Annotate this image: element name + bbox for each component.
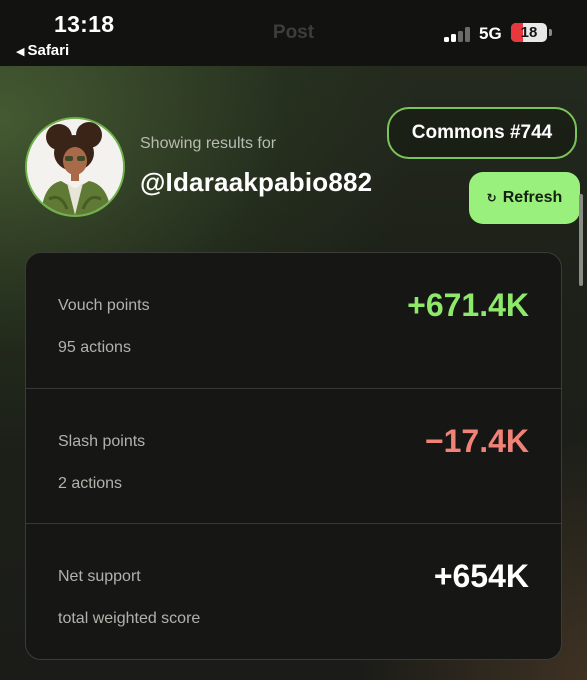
back-triangle-icon: ◀ bbox=[16, 46, 25, 58]
refresh-label: Refresh bbox=[502, 189, 563, 206]
battery-level: 18 bbox=[520, 24, 538, 41]
scrollbar[interactable] bbox=[579, 194, 583, 286]
refresh-icon: ↻ bbox=[486, 191, 497, 205]
avatar bbox=[25, 117, 125, 217]
stat-label: Net support bbox=[58, 568, 141, 585]
status-bar: 13:18 ◀ Safari Post 5G 18 bbox=[0, 0, 587, 66]
commons-button[interactable]: Commons #744 bbox=[387, 107, 577, 159]
cellular-signal-icon bbox=[444, 26, 470, 42]
battery-icon: 18 bbox=[511, 23, 547, 42]
refresh-button[interactable]: ↻ Refresh bbox=[469, 172, 580, 224]
battery-tip bbox=[549, 29, 552, 36]
stat-row-net: Net support +654K total weighted score bbox=[26, 523, 561, 659]
stat-label: Vouch points bbox=[58, 297, 150, 314]
back-to-app-link[interactable]: ◀ Safari bbox=[16, 42, 69, 59]
network-type: 5G bbox=[479, 24, 502, 43]
stat-subtext: 2 actions bbox=[58, 475, 123, 492]
stat-value: +671.4K bbox=[407, 287, 529, 323]
stat-row-slash: Slash points −17.4K 2 actions bbox=[26, 388, 561, 524]
stats-card: Vouch points +671.4K 95 actions Slash po… bbox=[25, 252, 562, 660]
showing-results-label: Showing results for bbox=[140, 135, 277, 152]
stat-label: Slash points bbox=[58, 433, 146, 450]
user-handle: @Idaraakpabio882 bbox=[140, 167, 373, 197]
stat-value: −17.4K bbox=[424, 423, 529, 459]
stat-row-vouch: Vouch points +671.4K 95 actions bbox=[26, 253, 561, 388]
stat-value: +654K bbox=[433, 558, 529, 594]
avatar-image bbox=[27, 119, 123, 215]
stat-subtext: 95 actions bbox=[58, 339, 131, 356]
back-app-label: Safari bbox=[27, 42, 70, 59]
stat-subtext: total weighted score bbox=[58, 610, 201, 627]
